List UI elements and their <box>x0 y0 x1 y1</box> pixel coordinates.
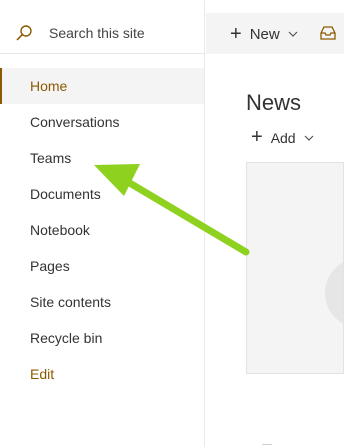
new-button[interactable]: + New <box>230 22 298 46</box>
search-icon <box>16 25 32 41</box>
nav-item-pages[interactable]: Pages <box>0 248 204 284</box>
nav-item-notebook[interactable]: Notebook <box>0 212 204 248</box>
divider <box>262 444 272 445</box>
chevron-down-icon <box>288 31 298 37</box>
news-placeholder-card <box>246 162 344 374</box>
nav-list: Home Conversations Teams Documents Noteb… <box>0 68 204 392</box>
nav-item-teams[interactable]: Teams <box>0 140 204 176</box>
chevron-down-icon <box>304 135 314 141</box>
edit-nav-link[interactable]: Edit <box>0 356 204 392</box>
nav-item-recycle-bin[interactable]: Recycle bin <box>0 320 204 356</box>
search-input[interactable]: Search this site <box>49 25 145 41</box>
nav-item-documents[interactable]: Documents <box>0 176 204 212</box>
nav-item-home[interactable]: Home <box>0 68 204 104</box>
search-box[interactable]: Search this site <box>0 13 205 54</box>
add-button-label: Add <box>270 129 296 146</box>
inbox-icon[interactable] <box>319 25 337 41</box>
site-navigation: Search this site Home Conversations Team… <box>0 0 205 447</box>
nav-item-site-contents[interactable]: Site contents <box>0 284 204 320</box>
plus-icon: + <box>230 23 242 45</box>
new-button-label: New <box>249 25 280 43</box>
command-bar: + New <box>206 13 344 54</box>
plus-icon: + <box>251 126 263 148</box>
news-heading: News <box>246 90 302 115</box>
nav-item-conversations[interactable]: Conversations <box>0 104 204 140</box>
add-news-button[interactable]: + Add <box>251 126 314 149</box>
placeholder-shape <box>325 258 343 328</box>
